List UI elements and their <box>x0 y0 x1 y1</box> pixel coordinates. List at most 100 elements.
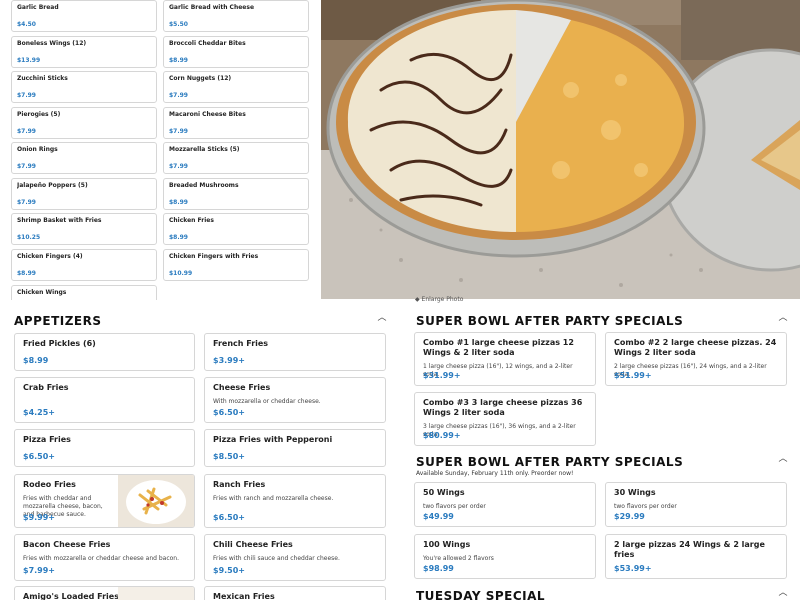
menu-item-card[interactable]: 30 Wings two flavors per order $29.99 <box>605 482 787 527</box>
item-price: $6.50+ <box>213 513 246 522</box>
item-name: Crab Fries <box>23 383 69 392</box>
menu-item-card[interactable]: 50 Wings two flavors per order $49.99 <box>414 482 596 527</box>
menu-item-card[interactable]: Shrimp Basket with Fries $10.25 <box>11 213 157 245</box>
item-name: 50 Wings <box>423 488 465 497</box>
item-name: 100 Wings <box>423 540 471 549</box>
item-name: Jalapeño Poppers (5) <box>17 182 88 189</box>
item-price: $13.99 <box>17 57 41 64</box>
item-name: Ranch Fries <box>213 480 266 489</box>
item-name: Chicken Wings <box>17 289 67 296</box>
menu-item-card[interactable]: Combo #1 large cheese pizzas 12 Wings & … <box>414 332 596 386</box>
item-name: Onion Rings <box>17 146 58 153</box>
item-description: You're allowed 2 flavors <box>423 555 494 562</box>
item-price: $80.99+ <box>423 431 461 440</box>
item-price: $5.50 <box>169 21 188 28</box>
menu-item-card[interactable]: Chicken Fingers (4) $8.99 <box>11 249 157 281</box>
menu-item-card[interactable]: Crab Fries $4.25+ <box>14 377 195 423</box>
item-photo[interactable] <box>118 475 194 527</box>
menu-item-card[interactable]: Broccoli Cheddar Bites $8.99 <box>163 36 309 68</box>
item-price: $7.99 <box>17 128 36 135</box>
item-name: Combo #3 3 large cheese pizzas 36 Wings … <box>423 398 583 417</box>
item-price: $53.99+ <box>614 564 652 573</box>
item-price: $4.25+ <box>23 408 56 417</box>
menu-item-card[interactable]: Pizza Fries $6.50+ <box>14 429 195 467</box>
menu-item-card[interactable]: Pierogies (5) $7.99 <box>11 107 157 139</box>
item-name: Mexican Fries <box>213 592 275 600</box>
item-price: $8.99 <box>17 270 36 277</box>
section-title: SUPER BOWL AFTER PARTY SPECIALS <box>416 314 684 328</box>
menu-item-card[interactable]: Pizza Fries with Pepperoni $8.50+ <box>204 429 386 467</box>
menu-item-card[interactable]: Combo #2 2 large cheese pizzas. 24 Wings… <box>605 332 787 386</box>
menu-item-card[interactable]: Boneless Wings (12) $13.99 <box>11 36 157 68</box>
menu-item-card[interactable]: Fried Pickles (6) $8.99 <box>14 333 195 371</box>
item-price: $7.99+ <box>23 566 56 575</box>
item-price: $51.99+ <box>614 371 652 380</box>
item-price: $10.25 <box>17 234 41 241</box>
menu-item-card[interactable]: Garlic Bread $4.50 <box>11 0 157 32</box>
menu-item-card[interactable]: Combo #3 3 large cheese pizzas 36 Wings … <box>414 392 596 446</box>
menu-item-card[interactable]: Mexican Fries <box>204 586 386 600</box>
item-price: $8.99 <box>169 57 188 64</box>
item-name: Chicken Fingers (4) <box>17 253 83 260</box>
menu-item-card[interactable]: Macaroni Cheese Bites $7.99 <box>163 107 309 139</box>
item-name: 2 large pizzas 24 Wings & 2 large fries <box>614 540 765 559</box>
chevron-up-icon[interactable]: ︿ <box>377 313 387 323</box>
specials-column: SUPER BOWL AFTER PARTY SPECIALS ︿ Combo … <box>410 300 800 600</box>
menu-item-card[interactable]: Chicken Fingers with Fries $10.99 <box>163 249 309 281</box>
menu-item-card[interactable]: Cheese Fries With mozzarella or cheddar … <box>204 377 386 423</box>
menu-item-card[interactable]: Chicken Fries $8.99 <box>163 213 309 245</box>
item-price: $7.99 <box>17 163 36 170</box>
menu-item-card[interactable]: Bacon Cheese Fries Fries with mozzarella… <box>14 534 195 581</box>
item-name: Mozzarella Sticks (5) <box>169 146 240 153</box>
item-price: $6.50+ <box>213 408 246 417</box>
item-price: $7.99 <box>17 199 36 206</box>
item-price: $9.99+ <box>23 513 56 522</box>
item-description: two flavors per order <box>423 503 486 510</box>
item-name: Chili Cheese Fries <box>213 540 293 549</box>
menu-item-card[interactable]: Chili Cheese Fries Fries with chili sauc… <box>204 534 386 581</box>
item-name: Rodeo Fries <box>23 480 76 489</box>
item-photo[interactable] <box>118 587 194 600</box>
item-price: $31.99+ <box>423 371 461 380</box>
item-price: $49.99 <box>423 512 454 521</box>
section-subtitle: Available Sunday, February 11th only. Pr… <box>416 470 574 477</box>
item-description: Fries with chili sauce and cheddar chees… <box>213 555 340 562</box>
menu-item-card[interactable]: Onion Rings $7.99 <box>11 142 157 174</box>
menu-item-card[interactable]: Amigo's Loaded Fries <box>14 586 195 600</box>
menu-item-card[interactable]: Jalapeño Poppers (5) $7.99 <box>11 178 157 210</box>
menu-item-card[interactable]: Corn Nuggets (12) $7.99 <box>163 71 309 103</box>
menu-item-card[interactable]: Mozzarella Sticks (5) $7.99 <box>163 142 309 174</box>
item-name: French Fries <box>213 339 269 348</box>
item-price: $8.99 <box>169 199 188 206</box>
item-name: Boneless Wings (12) <box>17 40 87 47</box>
menu-item-card[interactable]: 100 Wings You're allowed 2 flavors $98.9… <box>414 534 596 579</box>
item-name: Garlic Bread <box>17 4 59 11</box>
menu-item-card[interactable]: Ranch Fries Fries with ranch and mozzare… <box>204 474 386 528</box>
menu-item-card[interactable]: French Fries $3.99+ <box>204 333 386 371</box>
item-name: Fried Pickles (6) <box>23 339 96 348</box>
section-title: SUPER BOWL AFTER PARTY SPECIALS <box>416 455 684 469</box>
item-name: Pizza Fries with Pepperoni <box>213 435 333 444</box>
chevron-up-icon[interactable]: ︿ <box>778 454 788 464</box>
item-price: $7.99 <box>169 92 188 99</box>
menu-item-card[interactable]: Chicken Wings <box>11 285 157 300</box>
item-description: Fries with mozzarella or cheddar cheese … <box>23 555 180 562</box>
section-title: TUESDAY SPECIAL <box>416 589 546 600</box>
pizza-image <box>321 0 800 299</box>
item-name: Shrimp Basket with Fries <box>17 217 102 224</box>
item-name: Bacon Cheese Fries <box>23 540 111 549</box>
menu-item-card[interactable]: 2 large pizzas 24 Wings & 2 large fries … <box>605 534 787 579</box>
chevron-up-icon[interactable]: ︿ <box>778 588 788 598</box>
item-price: $8.50+ <box>213 452 246 461</box>
item-name: Cheese Fries <box>213 383 271 392</box>
item-price: $98.99 <box>423 564 454 573</box>
menu-item-card[interactable]: Zucchini Sticks $7.99 <box>11 71 157 103</box>
chevron-up-icon[interactable]: ︿ <box>778 313 788 323</box>
item-name: Macaroni Cheese Bites <box>169 111 246 118</box>
item-name: Corn Nuggets (12) <box>169 75 232 82</box>
menu-item-card[interactable]: Breaded Mushrooms $8.99 <box>163 178 309 210</box>
item-name: Combo #2 2 large cheese pizzas. 24 Wings… <box>614 338 777 357</box>
menu-item-card[interactable]: Rodeo Fries Fries with cheddar and mozza… <box>14 474 195 528</box>
menu-item-card[interactable]: Garlic Bread with Cheese $5.50 <box>163 0 309 32</box>
pizza-photo[interactable] <box>321 0 800 299</box>
